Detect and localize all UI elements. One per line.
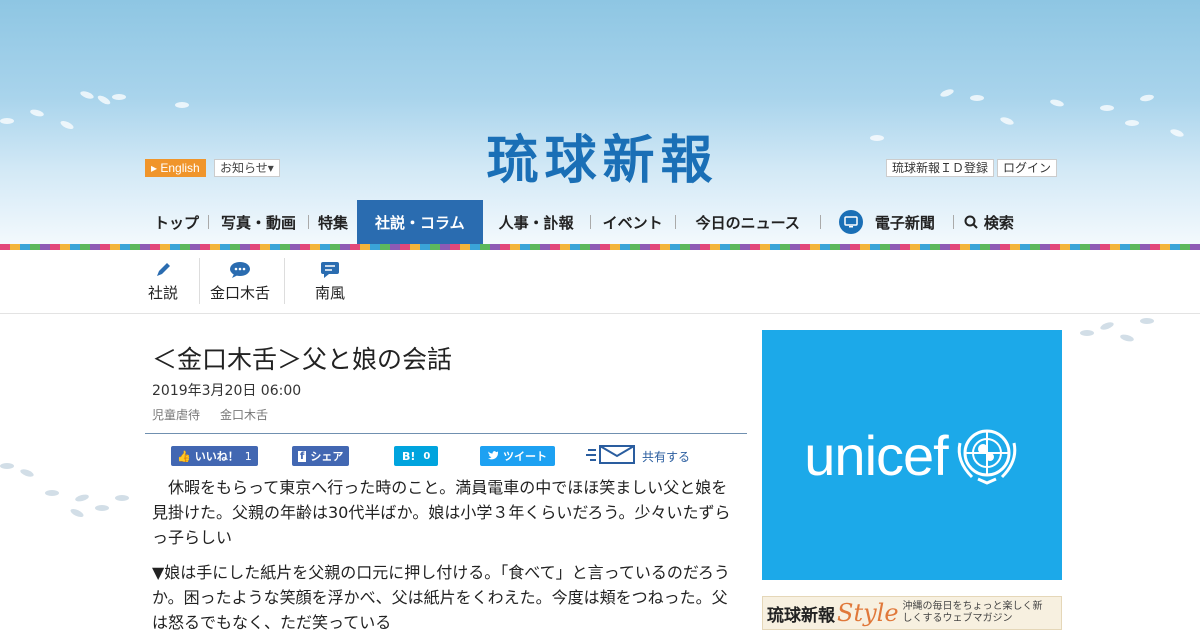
pen-icon <box>154 258 172 282</box>
nav-item-top[interactable]: トップ <box>145 200 208 244</box>
play-arrow-icon: ▸ <box>151 161 158 175</box>
tag-link[interactable]: 児童虐待 <box>152 406 200 423</box>
facebook-icon: f <box>298 450 307 462</box>
nav-label: 検索 <box>983 213 1014 232</box>
mail-icon <box>586 442 636 470</box>
nav-item-todays-news[interactable]: 今日のニュース <box>676 200 820 244</box>
banner-style-word: Style <box>837 599 899 627</box>
subnav-divider <box>284 258 285 304</box>
article-paragraph: ▼娘は手にした紙片を父親の口元に押し付ける。「食べて」と言っているのだろうか。困… <box>152 563 730 630</box>
share-label: シェア <box>310 450 344 463</box>
mail-share-button[interactable]: 共有する <box>586 442 690 470</box>
nav-item-photo-video[interactable]: 写真・動画 <box>209 200 308 244</box>
banner-tagline: 沖縄の毎日をちょっと楽しく新しくするウェブマガジン <box>902 601 1043 624</box>
nav-item-features[interactable]: 特集 <box>309 200 357 244</box>
mail-share-label: 共有する <box>642 449 691 464</box>
facebook-like-button[interactable]: 👍 いいね！ 1 <box>171 446 258 466</box>
nav-label: 人事・訃報 <box>498 213 574 232</box>
article-paragraph: 休暇をもらって東京へ行った時のこと。満員電車の中でほほ笑ましい父と娘を見掛けた。… <box>152 478 731 547</box>
hatena-label: B! <box>402 449 416 463</box>
thumbs-up-icon: 👍 <box>177 449 191 463</box>
nav-item-search[interactable]: 検索 <box>954 200 1024 244</box>
nav-label: 社説・コラム <box>375 213 465 232</box>
unicef-emblem-icon <box>954 425 1020 485</box>
site-logo[interactable]: 琉球新報 <box>450 120 755 191</box>
like-count: 1 <box>244 449 252 463</box>
article-date: 2019年3月20日 06:00 <box>152 383 302 399</box>
hatena-count: 0 <box>423 450 431 462</box>
nav-label: 写真・動画 <box>221 213 297 232</box>
twitter-bird-icon <box>488 450 499 463</box>
nav-label: 特集 <box>318 213 349 232</box>
hatena-bookmark-button[interactable]: B! 0 <box>394 446 439 466</box>
tweet-label: ツイート <box>503 450 547 463</box>
banner-name: 琉球新報 <box>767 605 835 626</box>
nav-item-editorials[interactable]: 社説・コラム <box>357 200 483 244</box>
ad-text: unicef <box>804 423 948 487</box>
login-link[interactable]: ログイン <box>997 159 1058 177</box>
like-label: いいね！ <box>194 450 239 463</box>
unicef-ad[interactable]: unicef <box>762 330 1062 580</box>
tweet-button[interactable]: ツイート <box>480 446 555 466</box>
english-button[interactable]: ▸ English <box>145 159 206 177</box>
nav-item-events[interactable]: イベント <box>591 200 675 244</box>
nav-label: トップ <box>154 213 200 232</box>
subnav-item-nanpu[interactable]: 南風 <box>315 258 345 308</box>
monitor-icon <box>838 210 863 234</box>
nav-label: 今日のニュース <box>695 213 800 232</box>
subnav-label: 南風 <box>315 284 346 302</box>
subnav-label: 金口木舌 <box>210 284 271 302</box>
sub-nav: 社説 金口木舌 南風 <box>0 250 1200 314</box>
english-label: English <box>160 161 200 175</box>
article-divider <box>145 433 747 434</box>
notice-dropdown[interactable]: お知らせ▾ <box>214 159 280 177</box>
search-icon <box>964 215 978 229</box>
facebook-share-button[interactable]: f シェア <box>292 446 350 466</box>
nav-item-e-paper[interactable]: 電子新聞 <box>821 200 953 244</box>
subnav-label: 社説 <box>148 284 179 302</box>
main-nav: トップ 写真・動画 特集 社説・コラム 人事・訃報 イベント 今日のニュース 電… <box>145 200 1024 244</box>
subnav-item-editorial[interactable]: 社説 <box>148 258 178 308</box>
speech-bubble-icon <box>229 258 251 282</box>
id-register-link[interactable]: 琉球新報ＩＤ登録 <box>886 159 995 177</box>
nav-label: イベント <box>602 213 663 232</box>
ryukyu-style-banner[interactable]: 琉球新報 Style 沖縄の毎日をちょっと楽しく新しくするウェブマガジン <box>762 596 1062 630</box>
nav-label: 電子新聞 <box>874 213 935 232</box>
subnav-divider <box>199 258 200 304</box>
nav-item-personnel[interactable]: 人事・訃報 <box>483 200 590 244</box>
article-title: ＜金口木舌＞父と娘の会話 <box>152 345 453 374</box>
comment-icon <box>320 258 340 282</box>
tag-link[interactable]: 金口木舌 <box>220 406 268 423</box>
subnav-item-kinkuchi[interactable]: 金口木舌 <box>210 258 270 308</box>
